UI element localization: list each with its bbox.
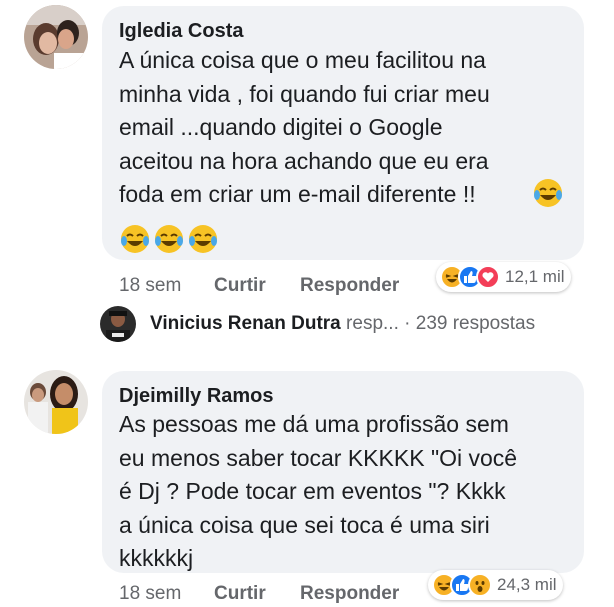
emoji-row bbox=[532, 177, 564, 214]
comment-author[interactable]: Igledia Costa bbox=[119, 20, 243, 43]
tears-of-joy-emoji-icon bbox=[534, 179, 562, 207]
love-icon bbox=[476, 265, 500, 289]
like-button[interactable]: Curtir bbox=[214, 275, 266, 297]
avatar-photo-icon bbox=[100, 306, 136, 342]
reactions-summary[interactable]: 12,1 mil bbox=[436, 262, 571, 292]
comment-timestamp[interactable]: 18 sem bbox=[119, 275, 181, 297]
reply-avatar[interactable] bbox=[100, 306, 136, 342]
like-button[interactable]: Curtir bbox=[214, 583, 266, 605]
reaction-count: 24,3 mil bbox=[497, 575, 557, 594]
reactions-summary[interactable]: 24,3 mil bbox=[428, 570, 563, 600]
reply-button[interactable]: Responder bbox=[300, 583, 399, 605]
reaction-count: 12,1 mil bbox=[505, 267, 565, 286]
tears-of-joy-emoji-icon bbox=[189, 225, 217, 253]
reply-snippet: resp... bbox=[346, 313, 399, 334]
avatar-photo-icon bbox=[24, 5, 88, 69]
comment-text: A única coisa que o meu facilitou na min… bbox=[119, 47, 490, 207]
avatar[interactable] bbox=[24, 370, 88, 434]
emoji-row bbox=[119, 223, 219, 255]
tears-of-joy-emoji-icon bbox=[121, 225, 149, 253]
wow-icon bbox=[468, 573, 492, 597]
reply-button[interactable]: Responder bbox=[300, 275, 399, 297]
avatar-photo-icon bbox=[24, 370, 88, 434]
tears-of-joy-emoji-icon bbox=[155, 225, 183, 253]
view-replies-link[interactable]: Vinicius Renan Dutra resp... · 239 respo… bbox=[150, 313, 535, 335]
comment-timestamp[interactable]: 18 sem bbox=[119, 583, 181, 605]
avatar[interactable] bbox=[24, 5, 88, 69]
reply-count[interactable]: · 239 respostas bbox=[404, 313, 535, 334]
comment-author[interactable]: Djeimilly Ramos bbox=[119, 385, 274, 408]
reply-author[interactable]: Vinicius Renan Dutra bbox=[150, 313, 341, 334]
comment-text: As pessoas me dá uma profissão sem eu me… bbox=[119, 411, 518, 571]
